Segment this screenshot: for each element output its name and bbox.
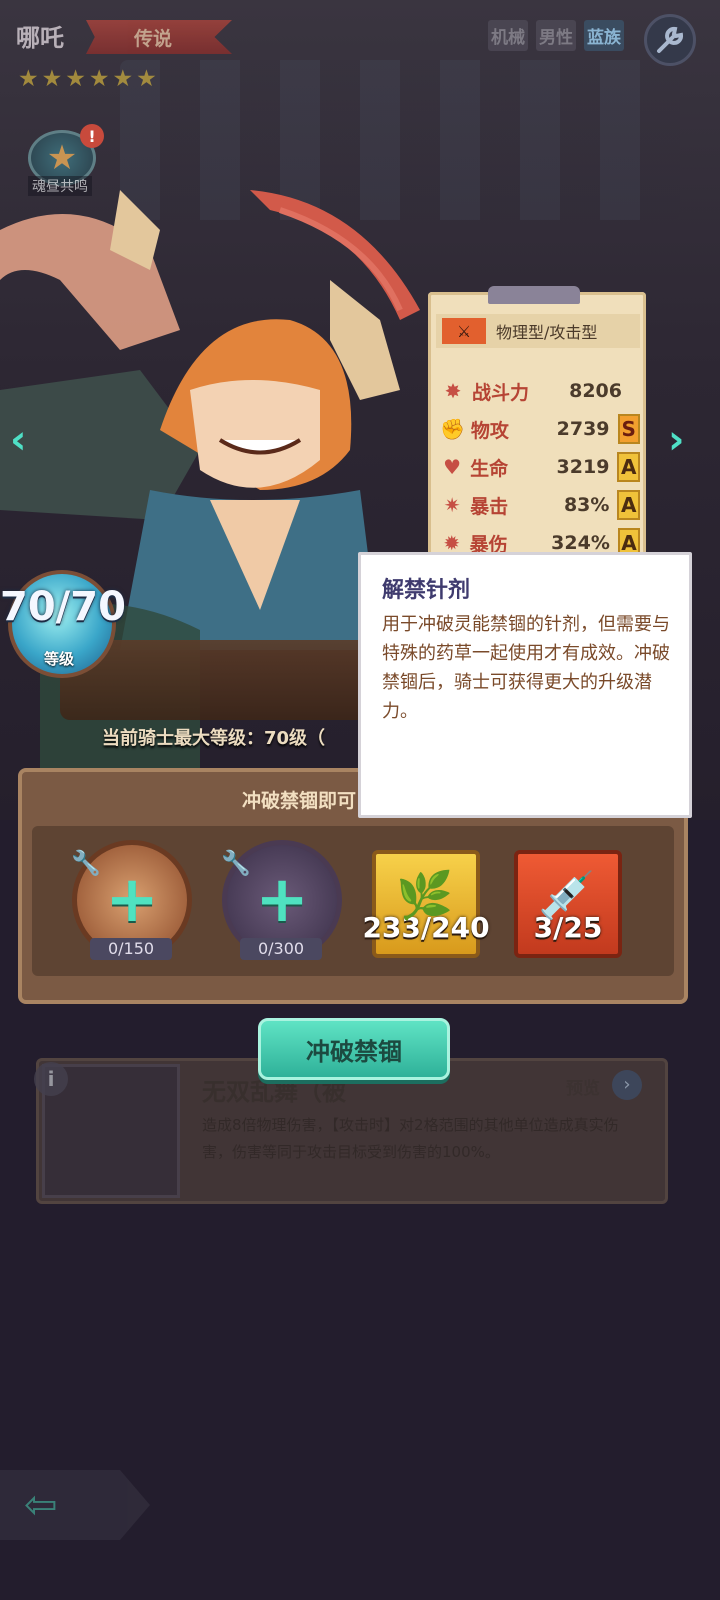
star-icon: ★ xyxy=(65,66,86,92)
hero-tags: 机械 男性 蓝族 xyxy=(488,20,624,51)
fist-icon: ✊ xyxy=(440,417,465,441)
stat-row-attack: ✊ 物攻 2739 S xyxy=(440,412,640,446)
breakthrough-button[interactable]: 冲破禁锢 xyxy=(258,1018,450,1080)
stat-value: 324% xyxy=(551,532,610,554)
add-icon: + xyxy=(105,863,159,937)
wrench-button[interactable] xyxy=(644,14,696,66)
level-label: 等级 xyxy=(43,650,74,668)
crit-icon: ✷ xyxy=(443,493,461,517)
back-button[interactable]: ⇦ xyxy=(0,1470,150,1540)
tooltip-body: 用于冲破灵能禁锢的针剂，但需要与特殊的药草一起使用才有成效。冲破禁锢后，骑士可获… xyxy=(382,614,670,722)
power-icon: ✸ xyxy=(444,379,462,403)
rarity-label: 传说 xyxy=(133,27,172,50)
tooltip-title: 解禁针剂 xyxy=(382,578,471,603)
star-icon: ★ xyxy=(136,66,157,92)
info-icon[interactable]: i xyxy=(34,1062,68,1096)
star-icon: ★ xyxy=(88,66,110,92)
star-icon: ★ xyxy=(41,66,63,92)
level-value: 70/70 xyxy=(0,584,126,630)
add-icon: + xyxy=(255,863,309,937)
chevron-right-icon[interactable]: › xyxy=(612,1070,642,1100)
material-slot-herb[interactable]: 🌿 233/240 xyxy=(362,850,490,958)
material-slot-syringe[interactable]: 💉 3/25 xyxy=(514,850,622,958)
wrench-icon: 🔧 xyxy=(71,849,101,877)
rarity-banner: 传说 xyxy=(86,20,232,54)
next-hero-arrow[interactable]: › xyxy=(668,420,684,460)
heart-icon: ♥ xyxy=(443,455,462,479)
stat-label: 暴击 xyxy=(470,495,509,518)
stat-label: 生命 xyxy=(470,457,509,480)
hero-type: 物理型/攻击型 xyxy=(496,323,598,342)
tag-blue-clan: 蓝族 xyxy=(584,20,624,51)
material-count: 0/300 xyxy=(240,938,322,960)
skill-preview-label[interactable]: 预览 xyxy=(566,1074,600,1099)
star-icon: ★ xyxy=(18,66,39,92)
tag-mechanical: 机械 xyxy=(488,20,528,51)
stat-label: 战斗力 xyxy=(472,381,530,404)
soul-resonance-button[interactable]: ★ ! 魂昼共鸣 xyxy=(22,124,104,196)
stat-value: 2739 xyxy=(556,418,610,440)
star-rating: ★ ★ ★ ★ ★ ★ xyxy=(18,66,157,92)
breakthrough-title: 冲破禁锢即可 xyxy=(242,790,357,812)
stat-label: 物攻 xyxy=(470,419,509,442)
star-medal-icon: ★ xyxy=(46,138,78,178)
max-level-text: 当前骑士最大等级：70级（ xyxy=(102,728,326,749)
herb-icon: 🌿 xyxy=(396,868,454,922)
stat-grade: A xyxy=(617,490,641,520)
star-icon: ★ xyxy=(112,66,134,92)
clipboard-clip xyxy=(488,286,580,304)
stat-row-power: ✸ 战斗力 8206 xyxy=(440,374,640,408)
hero-name: 哪吒 xyxy=(16,24,64,52)
sword-icon: ⚔ xyxy=(442,318,486,344)
back-arrow-icon: ⇦ xyxy=(24,1482,58,1528)
previous-hero-arrow[interactable]: ‹ xyxy=(10,420,26,460)
stat-grade: A xyxy=(617,452,641,482)
material-count: 0/150 xyxy=(90,938,172,960)
stat-grade: S xyxy=(617,414,640,444)
hero-type-row: ⚔ 物理型/攻击型 xyxy=(436,314,640,348)
stat-value: 83% xyxy=(563,494,610,516)
tag-male: 男性 xyxy=(536,20,576,51)
wrench-icon xyxy=(657,26,684,53)
skill-description: 造成8倍物理伤害，【攻击时】对2格范围的其他单位造成真实伤害，伤害等同于攻击目标… xyxy=(202,1116,619,1161)
alert-icon: ! xyxy=(80,124,104,148)
level-orb: 70/70 等级 xyxy=(0,560,126,710)
wrench-icon: 🔧 xyxy=(221,849,251,877)
syringe-icon: 💉 xyxy=(538,868,596,922)
stat-row-crit: ✷ 暴击 83% A xyxy=(440,488,641,522)
stat-value: 3219 xyxy=(556,456,610,478)
stat-value: 8206 xyxy=(569,380,622,402)
stat-row-hp: ♥ 生命 3219 A xyxy=(440,450,641,484)
